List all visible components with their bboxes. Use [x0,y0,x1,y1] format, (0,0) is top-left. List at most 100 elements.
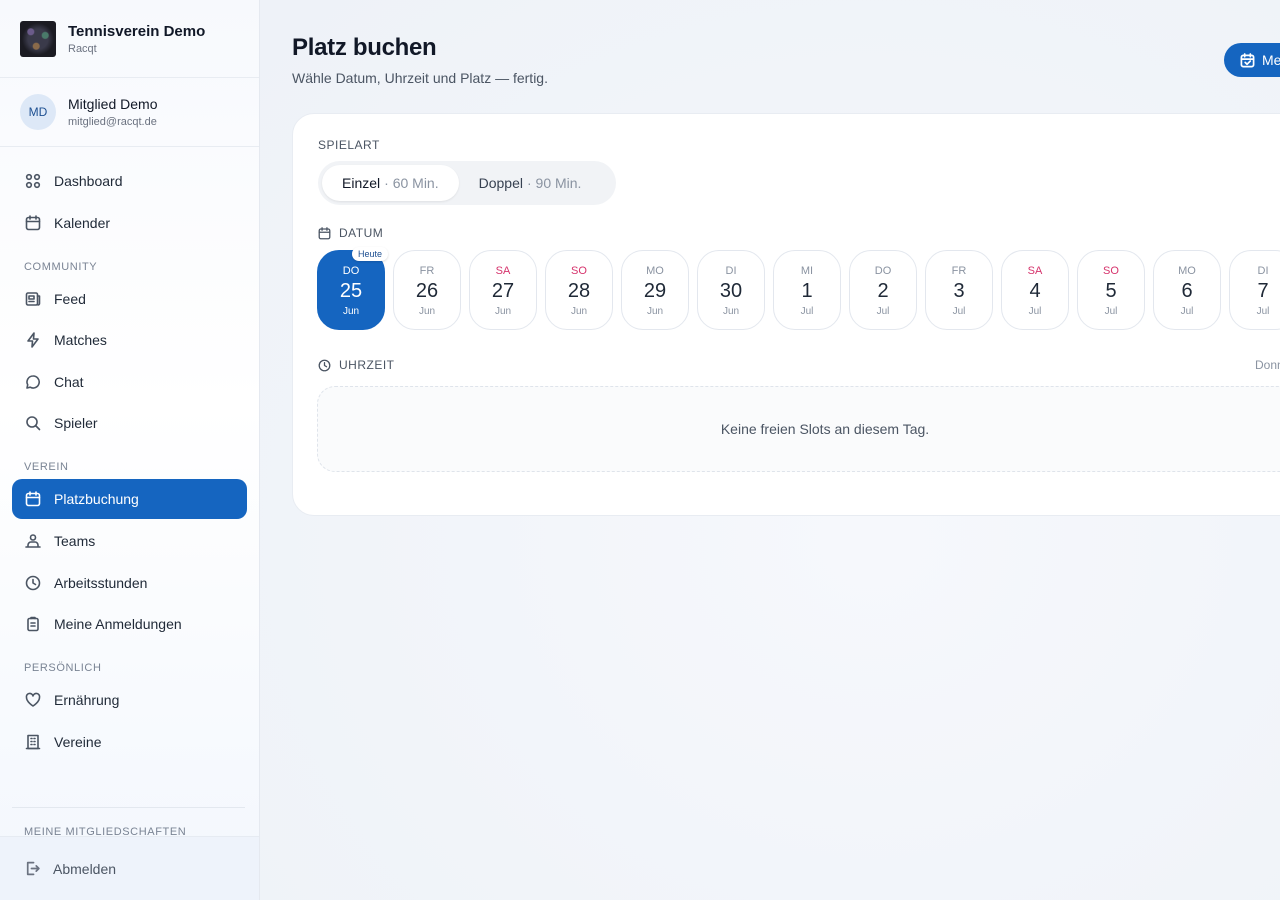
logout-icon [24,860,41,877]
sidebar-item-matches[interactable]: Matches [12,320,247,360]
option-duration: · 60 Min. [384,175,439,191]
date-chip[interactable]: FR 3 Jul [925,250,993,330]
sidebar-item-label: Dashboard [54,173,123,189]
brand-header[interactable]: Tennisverein Demo Racqt [0,0,259,78]
spielart-label-text: SPIELART [318,138,380,152]
logout-button[interactable]: Abmelden [0,836,259,900]
game-type-toggle: Einzel · 60 Min. Doppel · 90 Min. [318,161,616,205]
date-chip[interactable]: SO 5 Jul [1077,250,1145,330]
chat-bubble-icon [24,373,42,391]
my-bookings-button[interactable]: Me [1224,43,1280,77]
date-chip[interactable]: DI 7 Jul [1229,250,1280,330]
empty-slots-message: Keine freien Slots an diesem Tag. [317,386,1280,472]
empty-slots-text: Keine freien Slots an diesem Tag. [720,421,930,437]
date-weekday: MO [646,265,664,277]
date-day: 26 [415,280,439,302]
date-month: Jul [1104,306,1118,317]
date-chip[interactable]: SA 4 Jul [1001,250,1069,330]
sidebar-item-vereine[interactable]: Vereine [12,722,247,762]
datum-label-text: DATUM [339,226,384,240]
sidebar-item-dashboard[interactable]: Dashboard [12,161,247,201]
section-label-verein: VEREIN [24,461,69,474]
clock-icon [318,359,331,371]
sidebar-item-teams[interactable]: Teams [12,521,247,561]
date-weekday: DO [342,265,360,277]
page-title: Platz buchen [292,34,437,61]
section-label-community: COMMUNITY [24,260,98,273]
date-day: 5 [1105,280,1117,302]
date-month: Jun [646,306,664,317]
uhrzeit-label: UHRZEIT [318,358,395,372]
building-icon [24,733,42,751]
date-month: Jun [722,306,740,317]
date-chip[interactable]: SA 27 Jun [469,250,537,330]
sidebar-item-arbeitsstunden[interactable]: Arbeitsstunden [12,563,247,603]
date-weekday: DI [725,265,737,277]
user-profile[interactable]: MD Mitglied Demo mitglied@racqt.de [0,78,259,147]
date-day: 25 [339,280,363,302]
sidebar-item-label: Feed [54,290,86,307]
booking-card: SPIELART Einzel · 60 Min. Doppel · 90 Mi… [292,113,1280,516]
date-weekday: DI [1257,265,1269,277]
date-chip[interactable]: DI 30 Jun [697,250,765,330]
date-day: 30 [719,280,743,302]
option-einzel[interactable]: Einzel · 60 Min. [322,165,459,201]
date-chip[interactable]: DO 25 Jun Heute [317,247,388,330]
logout-label: Abmelden [53,860,117,877]
date-picker: DO 25 Jun Heute FR 26 Jun SA 27 Jun SO 28 Jun MO 29 Jun… [317,247,1280,330]
sidebar-item-kalender[interactable]: Kalender [12,203,247,243]
date-month: Jul [1180,306,1194,317]
option-doppel[interactable]: Doppel · 90 Min. [459,165,602,201]
people-icon [24,532,42,550]
user-name: Mitglied Demo [68,96,158,112]
app-name: Racqt [68,42,97,55]
today-badge: Heute [351,247,388,261]
main-content: Platz buchen Wähle Datum, Uhrzeit und Pl… [260,0,1280,900]
sidebar-item-label: Kalender [54,214,111,231]
date-month: Jul [800,306,814,317]
date-chip[interactable]: FR 26 Jun [393,250,461,330]
option-label: Doppel [478,175,523,191]
option-label: Einzel [342,175,381,191]
sidebar-item-label: Vereine [54,733,102,750]
sidebar-item-feed[interactable]: Feed [12,279,247,319]
club-name: Tennisverein Demo [68,22,206,40]
date-day: 2 [877,280,889,302]
sidebar-item-platzbuchung[interactable]: Platzbuchung [12,479,247,520]
date-month: Jul [1028,306,1042,317]
date-chip[interactable]: MI 1 Jul [773,250,841,330]
date-weekday: FR [951,265,967,277]
sidebar-item-label: Meine Anmeldungen [54,616,182,633]
sidebar-item-ernaehrung[interactable]: Ernährung [12,680,247,720]
sidebar-item-meine-anmeldungen[interactable]: Meine Anmeldungen [12,604,247,644]
date-chip[interactable]: MO 6 Jul [1153,250,1221,330]
page-subtitle: Wähle Datum, Uhrzeit und Platz — fertig. [292,70,548,86]
date-chip[interactable]: MO 29 Jun [621,250,689,330]
sidebar-item-label: Matches [54,332,107,349]
date-chip[interactable]: DO 2 Jul [849,250,917,330]
date-month: Jul [876,306,890,317]
date-day: 4 [1029,280,1041,302]
date-chip[interactable]: SO 28 Jun [545,250,613,330]
search-icon [24,414,42,432]
date-day: 7 [1257,280,1269,302]
date-month: Jun [494,306,512,317]
datum-label: DATUM [318,226,383,240]
spielart-label: SPIELART [318,138,380,152]
club-logo [20,20,56,57]
date-weekday: DO [874,265,892,277]
sidebar-item-label: Spieler [54,415,98,432]
sidebar-item-spieler[interactable]: Spieler [12,403,247,443]
date-day: 3 [953,280,965,302]
date-day: 6 [1181,280,1193,302]
my-bookings-label: Me [1262,52,1280,68]
sidebar-item-chat[interactable]: Chat [12,362,247,402]
date-weekday: MI [800,265,814,277]
clock-icon [24,574,42,592]
user-email: mitglied@racqt.de [68,116,157,128]
sidebar-item-label: Teams [54,532,96,549]
date-day: 28 [567,280,591,302]
sidebar-item-label: Chat [54,373,84,390]
sidebar: Tennisverein Demo Racqt MD Mitglied Demo… [0,0,260,900]
calendar-check-icon [1240,52,1255,67]
